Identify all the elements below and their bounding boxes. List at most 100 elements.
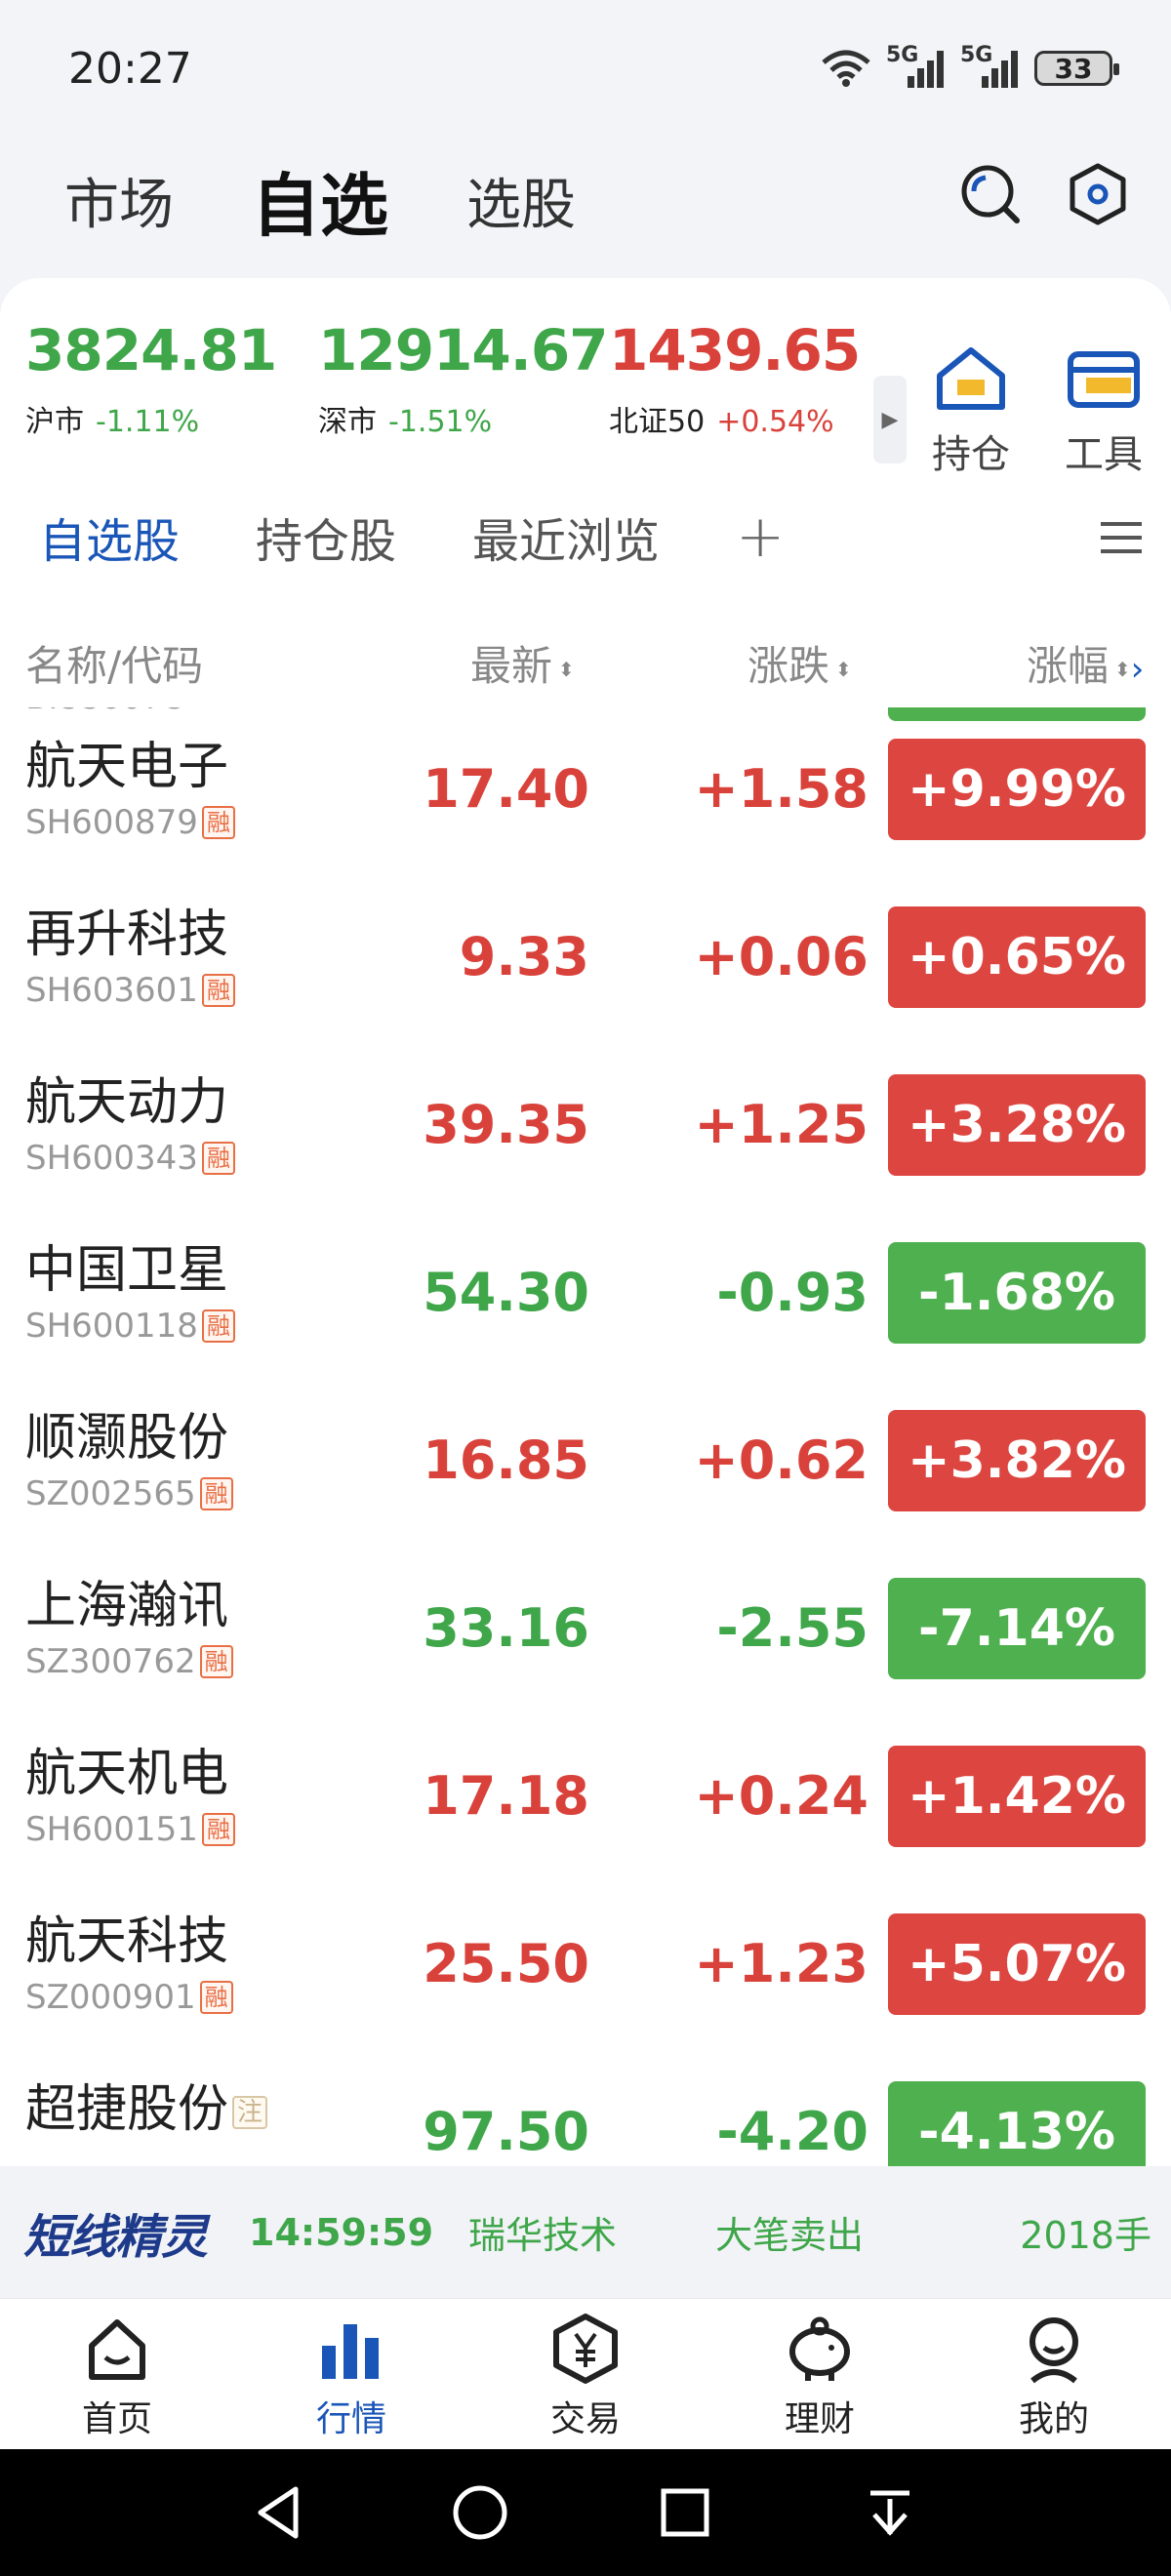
pct-badge: +3.82% xyxy=(888,1410,1146,1511)
table-row[interactable]: 再升科技 SH603601 融 9.33 +0.06 +0.65% xyxy=(0,875,1171,1043)
index-strip: 3824.81 沪市 -1.11% 12914.67 深市 -1.51% 1439.… xyxy=(0,317,1171,477)
nav-home[interactable]: 首页 xyxy=(39,2313,195,2441)
stock-name: 航天电子 xyxy=(25,738,229,796)
home-circle-icon[interactable] xyxy=(451,2483,509,2542)
top-actions xyxy=(956,160,1132,228)
header-change[interactable]: 涨跌 ⬍ xyxy=(747,633,852,693)
tab-recent[interactable]: 最近浏览 xyxy=(472,503,660,571)
price-change: +1.23 xyxy=(694,1933,868,1994)
battery-icon: 33 xyxy=(1034,51,1119,86)
table-row[interactable]: 顺灏股份 SZ002565 融 16.85 +0.62 +3.82% xyxy=(0,1379,1171,1547)
margin-tag: 融 xyxy=(199,1981,233,2014)
registration-tag: 注 xyxy=(232,2096,268,2129)
pct-badge: +5.07% xyxy=(888,1913,1146,2015)
nav-mine[interactable]: 我的 xyxy=(976,2313,1132,2441)
last-price: 33.16 xyxy=(423,1597,589,1659)
nav-finance-label: 理财 xyxy=(784,2399,855,2439)
stock-name: 顺灏股份 xyxy=(25,1409,229,1468)
price-change: +1.25 xyxy=(694,1094,868,1155)
table-row[interactable]: 航天科技 SZ000901 融 25.50 +1.23 +5.07% xyxy=(0,1882,1171,2050)
stock-code: SH600343 xyxy=(25,1139,198,1178)
stock-name-text: 超捷股份 xyxy=(25,2080,229,2139)
header-last[interactable]: 最新 ⬍ xyxy=(470,633,575,693)
tab-stock-picker[interactable]: 选股 xyxy=(466,161,576,240)
notification-pull-icon[interactable] xyxy=(861,2483,919,2542)
add-group-button[interactable]: + xyxy=(736,503,785,571)
tab-market[interactable]: 市场 xyxy=(64,161,174,240)
margin-tag: 融 xyxy=(199,1645,233,1678)
status-bar: 20:27 5G 5G 33 xyxy=(0,0,1171,137)
stock-code-wrap: SZ000901 融 xyxy=(25,1978,233,2017)
header-name: 名称/代码 xyxy=(25,642,204,690)
last-price: 17.40 xyxy=(423,758,589,820)
settings-button[interactable] xyxy=(1064,160,1132,228)
last-price: 97.50 xyxy=(423,2101,589,2162)
stock-name: 中国卫星 xyxy=(25,1241,229,1300)
search-button[interactable] xyxy=(956,160,1025,228)
yuan-icon xyxy=(553,2314,618,2384)
sort-icon: ⬍ xyxy=(558,657,575,681)
tab-watchlist[interactable]: 自选 xyxy=(252,151,388,250)
user-icon xyxy=(1030,2317,1078,2384)
status-icons: 5G 5G 33 xyxy=(820,43,1119,90)
signal-2: 5G xyxy=(960,43,1021,90)
holding-button[interactable]: 持仓 xyxy=(917,344,1025,479)
nav-market[interactable]: 行情 xyxy=(273,2313,429,2441)
stock-code-wrap: SH600151 融 xyxy=(25,1810,235,1849)
margin-tag: 融 xyxy=(199,1477,233,1510)
nav-market-label: 行情 xyxy=(315,2399,386,2439)
stock-name: 航天科技 xyxy=(25,1912,229,1971)
nav-trade[interactable]: 交易 xyxy=(507,2313,664,2441)
table-row[interactable]: 航天电子 SH600879 融 17.40 +1.58 +9.99% xyxy=(0,707,1171,875)
nav-finance[interactable]: 理财 xyxy=(742,2313,898,2441)
price-change: -4.20 xyxy=(716,2101,868,2162)
tab-holdings[interactable]: 持仓股 xyxy=(256,503,396,571)
stock-name: 航天动力 xyxy=(25,1073,229,1132)
price-change: +1.58 xyxy=(694,758,868,820)
stock-code: SH603601 xyxy=(25,971,198,1010)
tools-label: 工具 xyxy=(1065,432,1143,477)
stock-code: SH600151 xyxy=(25,1810,198,1849)
house-icon xyxy=(937,347,1005,410)
last-price: 39.35 xyxy=(423,1094,589,1155)
index-shanghai[interactable]: 3824.81 沪市 -1.11% xyxy=(25,317,277,440)
index-name: 深市 xyxy=(318,405,377,439)
index-value: 3824.81 xyxy=(25,317,277,383)
piggy-bank-icon xyxy=(789,2316,850,2381)
stock-name: 再升科技 xyxy=(25,906,229,964)
header-pct[interactable]: 涨幅 ⬍› xyxy=(1027,633,1144,693)
margin-tag: 融 xyxy=(201,1142,235,1175)
home-icon xyxy=(89,2319,145,2380)
menu-button[interactable] xyxy=(1099,518,1144,561)
last-price: 16.85 xyxy=(423,1429,589,1491)
status-time: 20:27 xyxy=(68,43,192,94)
short-line-ticker[interactable]: 短线精灵 14:59:59 瑞华技术 大笔卖出 2018手 xyxy=(0,2166,1171,2298)
signal-bars-icon xyxy=(982,51,1018,88)
tab-my-stocks[interactable]: 自选股 xyxy=(39,503,180,571)
pct-badge: +1.42% xyxy=(888,1746,1146,1847)
index-name: 北证50 xyxy=(609,405,706,439)
table-row[interactable]: 航天机电 SH600151 融 17.18 +0.24 +1.42% xyxy=(0,1714,1171,1882)
index-name: 沪市 xyxy=(25,405,84,439)
stock-list: BI886078 航天电子 SH600879融 17.40 +1.58 +9.9… xyxy=(0,707,1171,2254)
stock-code: SH600118 xyxy=(25,1307,198,1346)
index-more-button[interactable]: ▶ xyxy=(873,376,907,463)
nav-home-label: 首页 xyxy=(81,2399,152,2439)
table-row[interactable]: 中国卫星 SH600118 融 54.30 -0.93 -1.68% xyxy=(0,1211,1171,1379)
top-nav: 市场 自选 选股 xyxy=(0,137,1171,263)
watchlist-tabs: 自选股 持仓股 最近浏览 + xyxy=(0,473,1171,600)
chevron-right-icon: › xyxy=(1130,650,1145,689)
toolbox-icon xyxy=(1068,351,1140,408)
table-row[interactable]: 航天动力 SH600343 融 39.35 +1.25 +3.28% xyxy=(0,1043,1171,1211)
index-bse50[interactable]: 1439.65 北证50 +0.54% xyxy=(609,317,861,440)
main-card: 3824.81 沪市 -1.11% 12914.67 深市 -1.51% 1439.… xyxy=(0,278,1171,2278)
margin-tag: 融 xyxy=(201,1309,235,1343)
tools-button[interactable]: 工具 xyxy=(1050,344,1157,479)
pct-badge: -1.68% xyxy=(888,1242,1146,1344)
recents-icon[interactable] xyxy=(656,2483,714,2542)
margin-tag: 融 xyxy=(201,974,235,1007)
stock-code: SZ300762 xyxy=(25,1642,196,1681)
index-shenzhen[interactable]: 12914.67 深市 -1.51% xyxy=(318,317,609,440)
back-icon[interactable] xyxy=(249,2483,307,2542)
table-row[interactable]: 上海瀚讯 SZ300762 融 33.16 -2.55 -7.14% xyxy=(0,1547,1171,1714)
